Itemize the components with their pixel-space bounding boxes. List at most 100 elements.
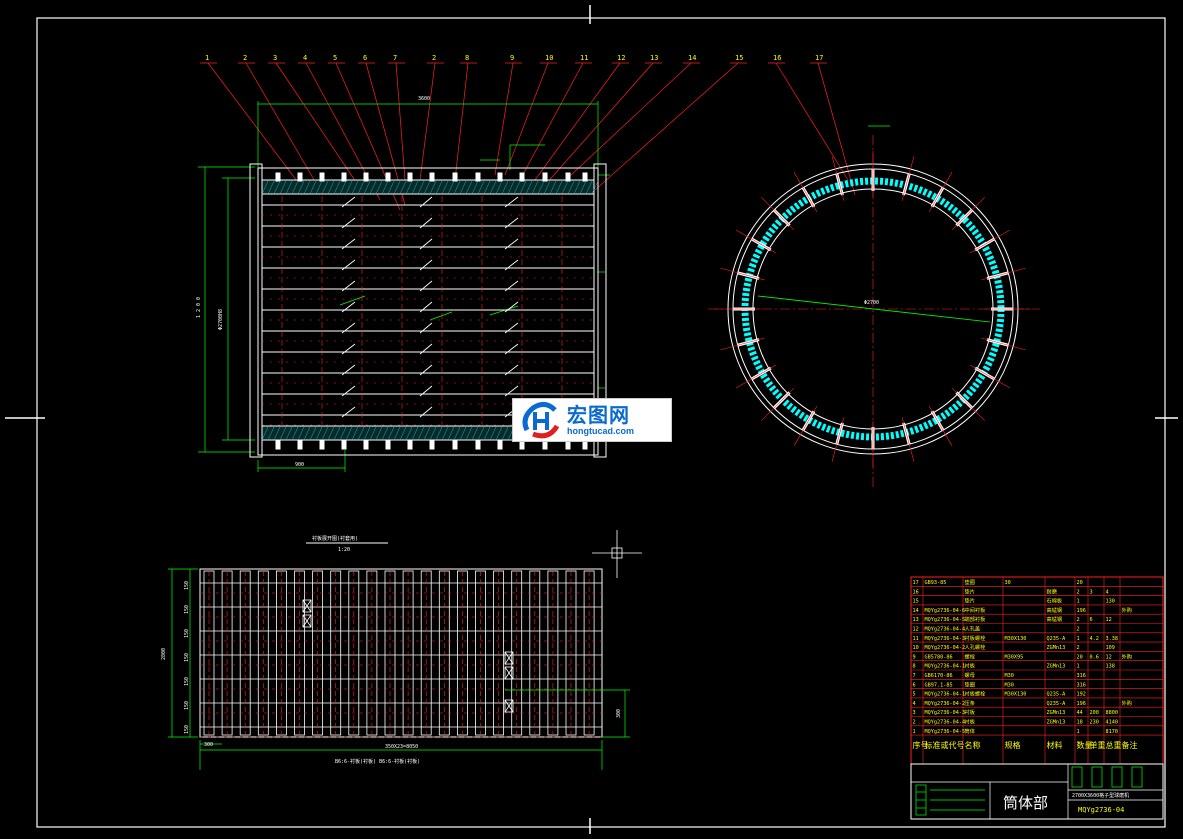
bom-cell: 8800 [1106,710,1119,716]
bom-cell: 衬板 [965,718,976,726]
bom-cell: 109 [1106,645,1115,651]
bom-cell: MQYg2736-04-5 [925,729,966,735]
bolt-head-top [297,172,303,182]
bom-cell: 3 [1090,589,1093,595]
bom-cell: GB5780-86 [925,654,953,660]
bom-cell: 2 [1077,627,1080,633]
layout-row-dim: 150 [184,581,190,590]
bolt-head-top [475,172,481,182]
bom-cell: MQYg2736-04-2 [925,701,966,707]
bom-cell: 2 [1077,645,1080,651]
callout-number: 13 [650,54,658,62]
callout-number: 2 [432,54,436,62]
bom-cell: 螺母 [965,671,975,679]
bom-cell: 筒体 [965,727,976,735]
bom-cell: 3.38 [1106,636,1119,642]
callout-number: 11 [580,54,588,62]
bom-cell: 16 [913,589,919,595]
bom-cell: 4 [913,701,916,707]
bom-cell: 4140 [1106,720,1119,726]
bom-cell: 衬板 [965,662,976,670]
callout-number: 16 [773,54,781,62]
dim-bottom-900: 900 [295,462,304,468]
bom-cell: 压条 [965,699,975,707]
bom-cell: 人孔螺栓 [965,643,987,651]
bom-cell: 高锰钢 [1047,615,1063,623]
callout-number: 7 [393,54,397,62]
bom-cell: 人孔盖 [965,625,981,633]
bom-cell: 15 [913,599,919,605]
bom-cell: 196 [1077,701,1086,707]
bom-cell: 14 [913,608,919,614]
bom-cell: 中间衬板 [965,606,987,614]
bom-cell: 耐磨 [1047,587,1057,595]
bom-cell: ZGMn13 [1047,664,1066,670]
bom-cell: Q235-A [1047,701,1067,707]
bom-cell: MQYg2736-04-3 [925,636,966,642]
bom-cell: 12 [1106,617,1112,623]
callout-number: 9 [510,54,514,62]
watermark-chinese: 宏图网 [567,402,630,427]
bom-cell: 20 [1077,580,1083,586]
callout-number: 4 [303,54,307,62]
bom-cell: M30X130 [1005,692,1027,698]
bom-cell: MQYg2736-04-6 [925,608,966,614]
bom-cell: GB93-85 [925,580,947,586]
bolt-head-top [497,172,503,182]
bom-cell: 2 [1077,617,1080,623]
bom-cell: GB97.1-85 [925,682,953,688]
layout-row-dim: 150 [184,701,190,710]
bom-cell: 12 [1106,654,1112,660]
callout-number: 17 [815,54,823,62]
callout-number: 15 [735,54,743,62]
bom-cell: ZGMn13 [1047,720,1066,726]
layout-row-dim: 150 [184,605,190,614]
bolt-head-top [519,172,525,182]
bom-cell: 垫片 [965,597,975,605]
callout-number: 1 [205,54,209,62]
bolt-head-top [275,172,281,182]
bom-cell: 衬板螺栓 [965,690,987,698]
bom-header-cell: 材料 [1047,740,1063,750]
callout-number: 14 [688,54,696,62]
bom-cell: 高锰钢 [1047,606,1063,614]
layout-row-dim: 150 [184,677,190,686]
bolt-head-bottom [475,440,481,450]
bolt-head-bottom [297,440,303,450]
bom-cell: 4.2 [1090,636,1099,642]
bolt-head-top [542,172,548,182]
bolt-head-bottom [582,440,588,450]
bolt-head-bottom [497,440,503,450]
bolt-head-bottom [519,440,525,450]
bom-header-cell: 总重 [1106,740,1122,750]
bom-cell: 2 [913,720,916,726]
drawing-title: 筒体部 [1003,794,1048,812]
bom-cell: 17 [913,580,919,586]
bolt-head-bottom [452,440,458,450]
callout-number: 3 [273,54,277,62]
bom-cell: M30 [1005,673,1014,679]
dim-diameter-left: 1 2 0 0 [196,297,202,318]
bom-cell: 1 [913,729,916,735]
callout-number: 8 [465,54,469,62]
bom-cell: ZGMn13 [1047,645,1066,651]
bom-cell: 11 [913,636,919,642]
bom-cell: 衬板螺栓 [965,634,987,642]
bom-cell: 6 [913,682,916,688]
bolt-head-top [363,172,369,182]
callout-number: 12 [617,54,625,62]
project-name: 2700X3600格子型球磨机 [1072,792,1129,799]
bolt-head-top [319,172,325,182]
bom-cell: 2 [1077,589,1080,595]
bom-cell: 316 [1077,682,1086,688]
layout-row-dim: 150 [184,629,190,638]
bom-cell: 外购 [1122,652,1132,660]
bom-cell: MQYg2736-04-5 [925,617,966,623]
dim-length-top: 3600 [418,96,430,102]
bom-cell: 4 [1106,589,1109,595]
bom-header-cell: 规格 [1005,740,1021,750]
bom-cell: 7 [913,673,916,679]
bolt-head-bottom [385,440,391,450]
bom-cell: 30 [1005,580,1011,586]
hongtu-logo-icon [522,402,560,439]
